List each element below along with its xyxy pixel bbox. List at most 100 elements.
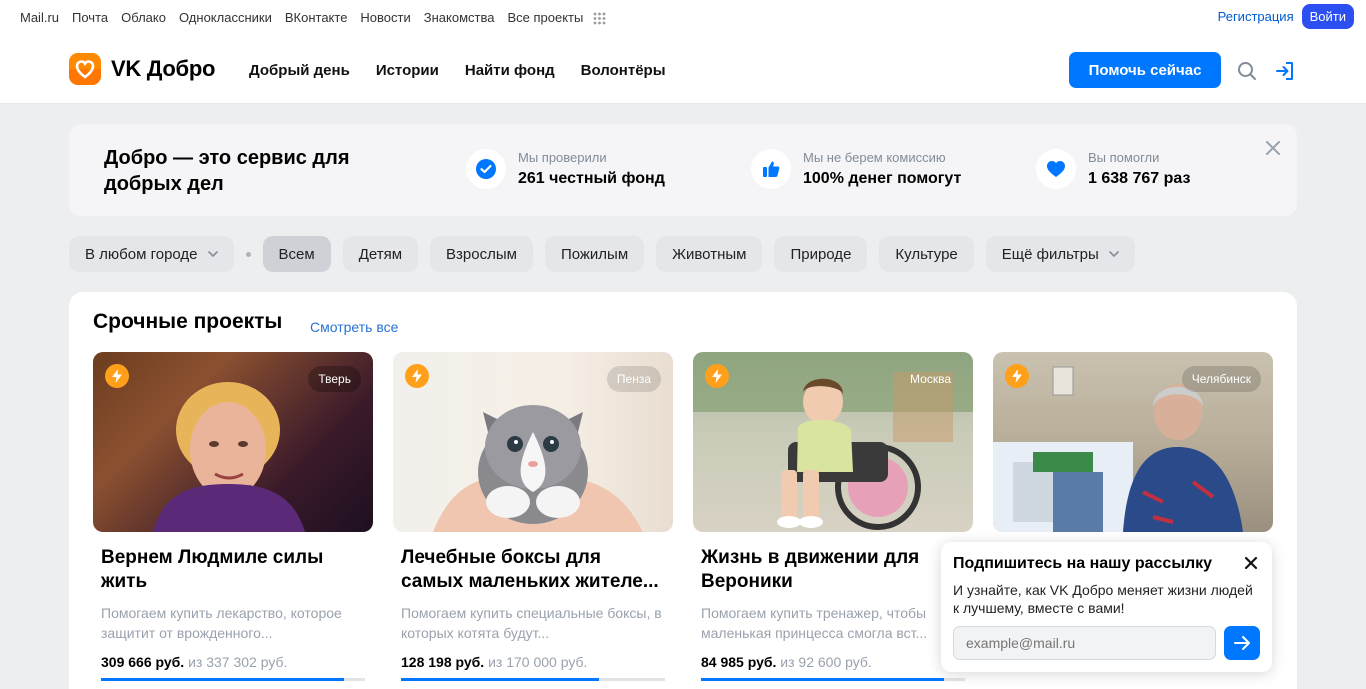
filter-bar: В любом городе Всем Детям Взрослым Пожил…	[69, 236, 1147, 272]
project-card[interactable]: Москва Жизнь в движении для Вероники Пом…	[693, 352, 973, 681]
portal-links: Mail.ru Почта Облако Одноклассники ВКонт…	[20, 10, 609, 25]
heart-icon	[1036, 149, 1076, 189]
project-funding: 309 666 руб. из 337 302 руб.	[101, 654, 365, 670]
progress-bar	[401, 678, 665, 681]
email-field[interactable]	[953, 626, 1216, 660]
stat-no-commission: Мы не берем комиссию 100% денег помогут	[751, 149, 961, 189]
main-nav: Добрый день Истории Найти фонд Волонтёры	[249, 62, 692, 79]
portal-link-all-projects[interactable]: Все проекты	[507, 10, 583, 25]
goal-amount: из 170 000 руб.	[488, 654, 588, 670]
chevron-down-icon	[1108, 251, 1119, 257]
filter-chip-animals[interactable]: Животным	[656, 236, 763, 272]
urgent-bolt-icon	[705, 364, 729, 388]
search-icon[interactable]	[1236, 60, 1258, 82]
project-card[interactable]: Тверь Вернем Людмиле силы жить Помогаем …	[93, 352, 373, 681]
newsletter-text: И узнайте, как VK Добро меняет жизни люд…	[953, 582, 1253, 616]
project-description: Помогаем купить лекарство, которое защит…	[101, 605, 342, 641]
stat-verified: Мы проверили 261 честный фонд	[466, 149, 665, 189]
stat-helped: Вы помогли 1 638 767 раз	[1036, 149, 1190, 189]
portal-link-cloud[interactable]: Облако	[121, 10, 166, 25]
progress-fill	[701, 678, 944, 681]
portal-link-ok[interactable]: Одноклассники	[179, 10, 272, 25]
portal-bar: Mail.ru Почта Облако Одноклассники ВКонт…	[0, 0, 1366, 35]
nav-item-good-day[interactable]: Добрый день	[249, 62, 350, 79]
filter-chip-all[interactable]: Всем	[262, 236, 331, 272]
stat-value: 261 честный фонд	[518, 170, 665, 187]
filter-chip-nature[interactable]: Природе	[774, 236, 868, 272]
nav-item-stories[interactable]: Истории	[376, 62, 439, 79]
nav-item-find-fund[interactable]: Найти фонд	[465, 62, 555, 79]
arrow-right-icon	[1234, 636, 1250, 650]
close-icon[interactable]	[1244, 556, 1258, 570]
filter-chip-culture[interactable]: Культуре	[879, 236, 974, 272]
project-title[interactable]: Лечебные боксы для самых маленьких жител…	[401, 546, 665, 594]
city-badge: Москва	[910, 372, 951, 386]
city-select[interactable]: В любом городе	[69, 236, 234, 272]
help-now-button[interactable]: Помочь сейчас	[1069, 52, 1221, 88]
project-image[interactable]: Москва	[693, 352, 973, 532]
project-description: Помогаем купить специальные боксы, в кот…	[401, 605, 662, 641]
urgent-bolt-icon	[1005, 364, 1029, 388]
project-title[interactable]: Жизнь в движении для Вероники	[701, 546, 965, 594]
portal-link-mailru[interactable]: Mail.ru	[20, 10, 59, 25]
thumbs-up-icon	[751, 149, 791, 189]
register-link[interactable]: Регистрация	[1218, 9, 1294, 24]
city-badge: Челябинск	[1181, 366, 1261, 392]
more-filters-button[interactable]: Ещё фильтры	[985, 236, 1135, 272]
project-title[interactable]: Вернем Людмиле силы жить	[101, 546, 365, 594]
project-description: Помогаем купить тренажер, чтобы маленька…	[701, 605, 928, 641]
nav-item-volunteers[interactable]: Волонтёры	[581, 62, 666, 79]
section-title: Срочные проекты	[93, 310, 283, 333]
goal-amount: из 92 600 руб.	[780, 654, 872, 670]
urgent-bolt-icon	[105, 364, 129, 388]
raised-amount: 309 666 руб.	[101, 654, 185, 670]
portal-link-vk[interactable]: ВКонтакте	[285, 10, 348, 25]
filter-chip-adults[interactable]: Взрослым	[430, 236, 533, 272]
portal-link-mail[interactable]: Почта	[72, 10, 108, 25]
project-image[interactable]: Пенза	[393, 352, 673, 532]
login-button[interactable]: Войти	[1301, 4, 1354, 29]
apps-grid-icon[interactable]	[593, 12, 606, 25]
portal-link-dating[interactable]: Знакомства	[424, 10, 495, 25]
stat-value: 1 638 767 раз	[1088, 170, 1191, 187]
goal-amount: из 337 302 руб.	[188, 654, 288, 670]
newsletter-popup: Подпишитесь на нашу рассылку И узнайте, …	[941, 542, 1272, 672]
raised-amount: 84 985 руб.	[701, 654, 777, 670]
stat-label: Мы проверили	[518, 150, 607, 165]
see-all-link[interactable]: Смотреть все	[310, 319, 398, 335]
city-badge: Пенза	[606, 366, 661, 392]
progress-fill	[101, 678, 344, 681]
progress-fill	[401, 678, 599, 681]
project-image[interactable]: Тверь	[93, 352, 373, 532]
city-select-label: В любом городе	[85, 245, 198, 263]
stat-value: 100% денег помогут	[803, 170, 962, 187]
portal-link-news[interactable]: Новости	[360, 10, 410, 25]
chevron-down-icon	[207, 251, 218, 257]
progress-bar	[701, 678, 965, 681]
site-header: VK Добро Добрый день Истории Найти фонд …	[0, 35, 1366, 104]
project-funding: 128 198 руб. из 170 000 руб.	[401, 654, 665, 670]
info-banner: Добро — это сервис для добрых дел Мы про…	[69, 124, 1297, 216]
logo[interactable]: VK Добро	[69, 53, 215, 85]
raised-amount: 128 198 руб.	[401, 654, 485, 670]
progress-bar	[101, 678, 365, 681]
vk-dobro-logo-icon	[69, 53, 101, 85]
separator-dot	[245, 251, 251, 257]
info-title: Добро — это сервис для добрых дел	[104, 147, 350, 195]
stat-label: Вы помогли	[1088, 150, 1160, 165]
project-image[interactable]: Челябинск	[993, 352, 1273, 532]
urgent-bolt-icon	[405, 364, 429, 388]
filter-chip-elderly[interactable]: Пожилым	[544, 236, 645, 272]
check-icon	[466, 149, 506, 189]
project-funding: 84 985 руб. из 92 600 руб.	[701, 654, 965, 670]
logo-text: VK Добро	[111, 56, 216, 81]
more-filters-label: Ещё фильтры	[1001, 245, 1099, 263]
close-icon[interactable]	[1265, 140, 1281, 156]
city-badge: Тверь	[308, 366, 361, 392]
login-icon[interactable]	[1274, 60, 1296, 82]
stat-label: Мы не берем комиссию	[803, 150, 946, 165]
filter-chip-children[interactable]: Детям	[342, 236, 419, 272]
project-card[interactable]: Пенза Лечебные боксы для самых маленьких…	[393, 352, 673, 681]
newsletter-title: Подпишитесь на нашу рассылку	[953, 555, 1213, 572]
subscribe-button[interactable]	[1224, 626, 1260, 660]
